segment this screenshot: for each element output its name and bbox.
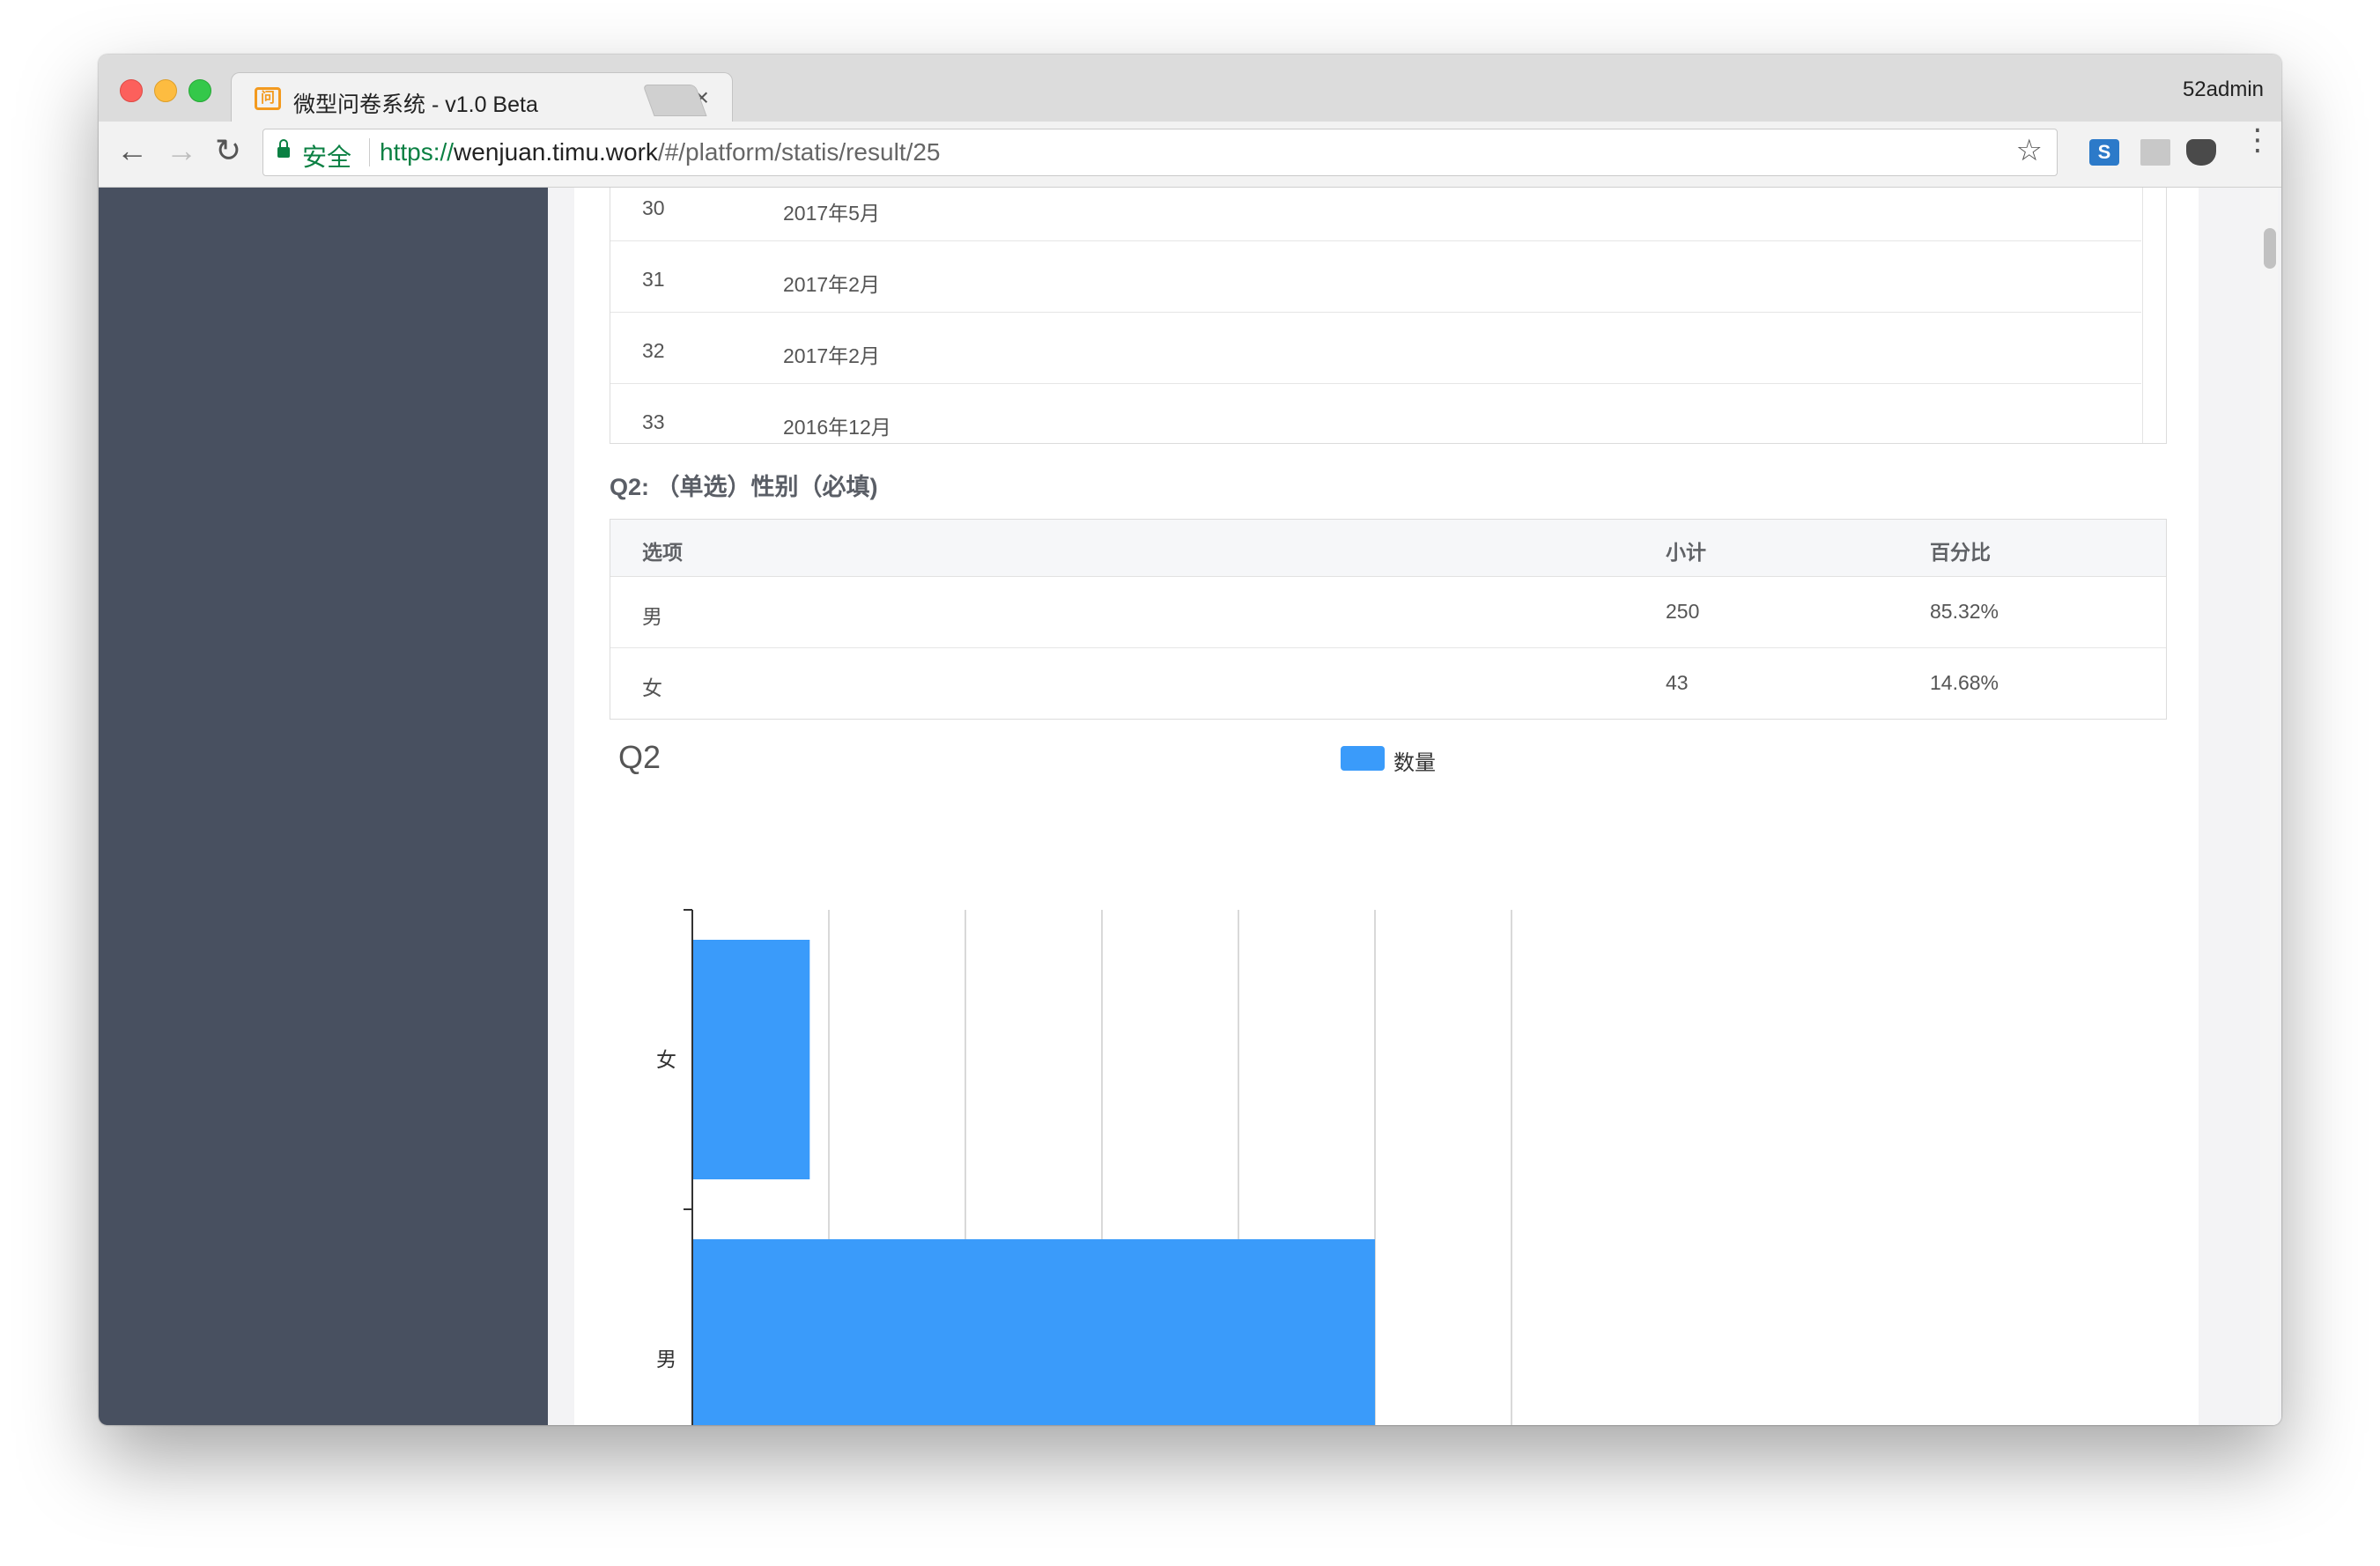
y-category-label: 男	[656, 1348, 676, 1371]
tab-title: 微型问卷系统 - v1.0 Beta	[293, 92, 538, 117]
secure-label: 安全	[302, 144, 352, 171]
sidebar	[99, 188, 548, 1425]
url-host: wenjuan.timu.work	[454, 138, 658, 166]
new-tab-button[interactable]	[642, 85, 707, 116]
extension-s-icon[interactable]: S	[2089, 139, 2119, 166]
reload-icon[interactable]: ↻	[215, 132, 241, 169]
main-content: 30 2017年5月 31 2017年2月 32 2017年2月 33 2016…	[574, 188, 2199, 1425]
page-scrollbar-track[interactable]	[2260, 188, 2278, 1425]
close-window-button[interactable]	[120, 79, 143, 102]
tab-strip: 问 微型问卷系统 - v1.0 Beta × 52admin	[99, 55, 2281, 124]
survey-logo-icon: 问	[255, 87, 281, 110]
page-scrollbar-thumb[interactable]	[2264, 228, 2276, 269]
y-category-label: 女	[656, 1049, 676, 1072]
minimize-window-button[interactable]	[154, 79, 177, 102]
url-scheme: https://	[380, 138, 455, 166]
bar	[693, 940, 810, 1179]
bar-chart: 050100150200250300男女	[656, 909, 1512, 1425]
extension-reader-icon[interactable]	[2140, 139, 2170, 166]
browser-menu-icon[interactable]: ⋮	[2243, 125, 2273, 155]
browser-toolbar: ← → ↻ 安全 https://wenjuan.timu.work/#/pla…	[99, 122, 2281, 188]
address-bar[interactable]: 安全 https://wenjuan.timu.work/#/platform/…	[262, 129, 2058, 176]
profile-name[interactable]: 52admin	[2183, 78, 2264, 102]
forward-icon[interactable]: →	[166, 132, 197, 169]
lock-icon	[277, 139, 290, 158]
pocket-icon[interactable]	[2186, 139, 2216, 166]
url-path: /#/platform/statis/result/25	[657, 138, 941, 166]
bar	[693, 1239, 1375, 1425]
url-text[interactable]: https://wenjuan.timu.work/#/platform/sta…	[380, 138, 941, 166]
bookmark-star-icon[interactable]: ☆	[2016, 133, 2043, 168]
maximize-window-button[interactable]	[188, 79, 211, 102]
omnibox-divider	[369, 138, 370, 166]
back-icon[interactable]: ←	[116, 132, 148, 169]
browser-window: 问 微型问卷系统 - v1.0 Beta × 52admin ← → ↻ 安全 …	[99, 55, 2281, 1425]
page-viewport: 30 2017年5月 31 2017年2月 32 2017年2月 33 2016…	[99, 188, 2281, 1425]
